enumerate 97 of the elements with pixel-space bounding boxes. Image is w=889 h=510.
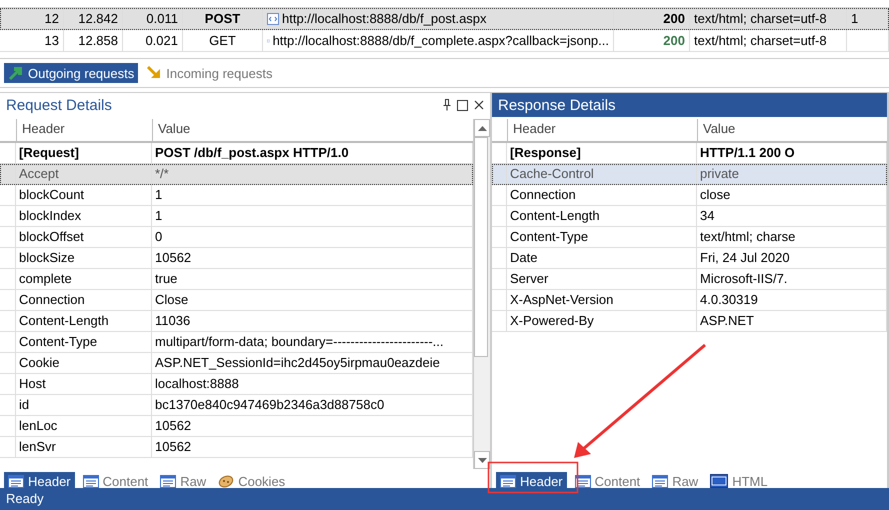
header-name: complete xyxy=(16,269,152,289)
header-value: HTTP/1.1 200 O xyxy=(697,143,887,163)
session-method: GET xyxy=(183,30,263,51)
header-name: Cache-Control xyxy=(507,164,697,184)
header-row[interactable]: lenSvr 10562 xyxy=(0,437,473,458)
header-name: blockOffset xyxy=(16,227,152,247)
pin-icon[interactable] xyxy=(443,99,451,111)
header-name: Cookie xyxy=(16,353,152,373)
session-duration: 0.011 xyxy=(123,8,183,29)
session-content-type: text/html; charset=utf-8 xyxy=(690,30,847,51)
direction-tab[interactable]: Outgoing requests xyxy=(4,63,138,83)
session-status: 200 xyxy=(614,30,690,51)
session-status: 200 xyxy=(614,8,690,29)
header-name: blockIndex xyxy=(16,206,152,226)
down-arrow-icon[interactable] xyxy=(478,458,486,462)
header-row[interactable]: Cookie ASP.NET_SessionId=ihc2d45oy5irpmau0eazdeie xyxy=(0,353,473,374)
header-row[interactable]: blockIndex 1 xyxy=(0,206,473,227)
header-value: ASP.NET xyxy=(697,311,887,331)
header-value: 34 xyxy=(697,206,887,226)
header-row[interactable]: Content-Type text/html; charse xyxy=(492,227,887,248)
header-name: Server xyxy=(507,269,697,289)
header-row[interactable]: Host localhost:8888 xyxy=(0,374,473,395)
column-header[interactable]: Header xyxy=(507,119,697,141)
status-text: Ready xyxy=(6,491,44,506)
header-name: Accept xyxy=(16,164,152,184)
header-row[interactable]: Accept */* xyxy=(0,164,473,185)
header-row[interactable]: blockSize 10562 xyxy=(0,248,473,269)
header-row[interactable]: Cache-Control private xyxy=(492,164,887,185)
header-row[interactable]: Content-Type multipart/form-data; boundary=-----------------------... xyxy=(0,332,473,353)
page-icon xyxy=(267,12,279,24)
maximize-icon[interactable] xyxy=(457,100,468,110)
header-name: Content-Length xyxy=(16,311,152,331)
header-name: id xyxy=(16,395,152,415)
header-value: 4.0.30319 xyxy=(697,290,887,310)
header-row[interactable]: X-Powered-By ASP.NET xyxy=(492,311,887,332)
header-name: Connection xyxy=(16,290,152,310)
header-value: Fri, 24 Jul 2020 xyxy=(697,248,887,268)
direction-tab[interactable]: Incoming requests xyxy=(142,63,276,83)
header-value: private xyxy=(697,164,887,184)
header-row[interactable]: blockOffset 0 xyxy=(0,227,473,248)
header-row[interactable]: Content-Length 11036 xyxy=(0,311,473,332)
session-number: 12 xyxy=(0,8,64,29)
session-duration: 0.021 xyxy=(123,30,183,51)
header-row[interactable]: complete true xyxy=(0,269,473,290)
panel-title: Request Details xyxy=(5,96,113,116)
view-tab[interactable]: Cookies xyxy=(214,472,290,490)
scrollbar[interactable] xyxy=(473,119,490,469)
header-row[interactable]: Date Fri, 24 Jul 2020 xyxy=(492,248,887,269)
header-row[interactable]: X-AspNet-Version 4.0.30319 xyxy=(492,290,887,311)
header-name: lenLoc xyxy=(16,416,152,436)
header-name: Content-Type xyxy=(507,227,697,247)
session-url: http://localhost:8888/db/f_complete.aspx?callback=jsonp... xyxy=(272,32,609,50)
panel-title: Response Details xyxy=(492,93,887,117)
column-header[interactable]: Header xyxy=(16,119,152,141)
header-row[interactable]: Connection close xyxy=(492,185,887,206)
grid-icon xyxy=(652,474,668,488)
header-name: X-Powered-By xyxy=(507,311,697,331)
session-row[interactable]: 13 12.858 0.021 GET http://localhost:8888/db/f_complete.aspx?callback=jsonp... 200 text/html; charset=utf-8 xyxy=(0,30,889,52)
cookie-icon xyxy=(218,474,234,488)
session-content-type: text/html; charset=utf-8 xyxy=(690,8,847,29)
grid-icon xyxy=(500,474,516,488)
header-name: [Response] xyxy=(507,143,697,163)
close-icon[interactable] xyxy=(474,100,484,110)
column-header[interactable]: Value xyxy=(697,119,887,141)
header-value: text/html; charse xyxy=(697,227,887,247)
header-value: Microsoft-IIS/7. xyxy=(697,269,887,289)
arrow-icon xyxy=(146,65,162,81)
session-time: 12.858 xyxy=(64,30,123,51)
header-name: Date xyxy=(507,248,697,268)
header-row[interactable]: Connection Close xyxy=(0,290,473,311)
grid-icon xyxy=(160,474,176,488)
session-method: POST xyxy=(183,8,263,29)
header-row[interactable]: Content-Length 34 xyxy=(492,206,887,227)
grid-icon xyxy=(8,474,24,488)
session-row[interactable]: 12 12.842 0.011 POST http://localhost:8888/db/f_post.aspx 200 text/html; charset=utf-8 1 xyxy=(0,8,889,30)
session-url: http://localhost:8888/db/f_post.aspx xyxy=(282,10,487,28)
header-row[interactable]: Server Microsoft-IIS/7. xyxy=(492,269,887,290)
header-name: [Request] xyxy=(16,143,152,163)
header-name: lenSvr xyxy=(16,437,152,457)
header-name: blockCount xyxy=(16,185,152,205)
header-name: Host xyxy=(16,374,152,394)
header-value: close xyxy=(697,185,887,205)
grid-icon xyxy=(82,474,99,488)
header-name: Content-Type xyxy=(16,332,152,352)
header-name: X-AspNet-Version xyxy=(507,290,697,310)
session-number: 13 xyxy=(0,30,64,51)
html-icon xyxy=(710,474,728,488)
header-row[interactable]: blockCount 1 xyxy=(0,185,473,206)
session-cell: 1 xyxy=(851,11,858,26)
session-time: 12.842 xyxy=(64,8,123,29)
header-row[interactable]: lenLoc 10562 xyxy=(0,416,473,437)
header-name: Content-Length xyxy=(507,206,697,226)
header-name: Connection xyxy=(507,185,697,205)
up-arrow-icon[interactable] xyxy=(478,126,486,130)
header-name: blockSize xyxy=(16,248,152,268)
arrow-icon xyxy=(8,65,24,81)
header-row[interactable]: id bc1370e840c947469b2346a3d88758c0 xyxy=(0,395,473,416)
